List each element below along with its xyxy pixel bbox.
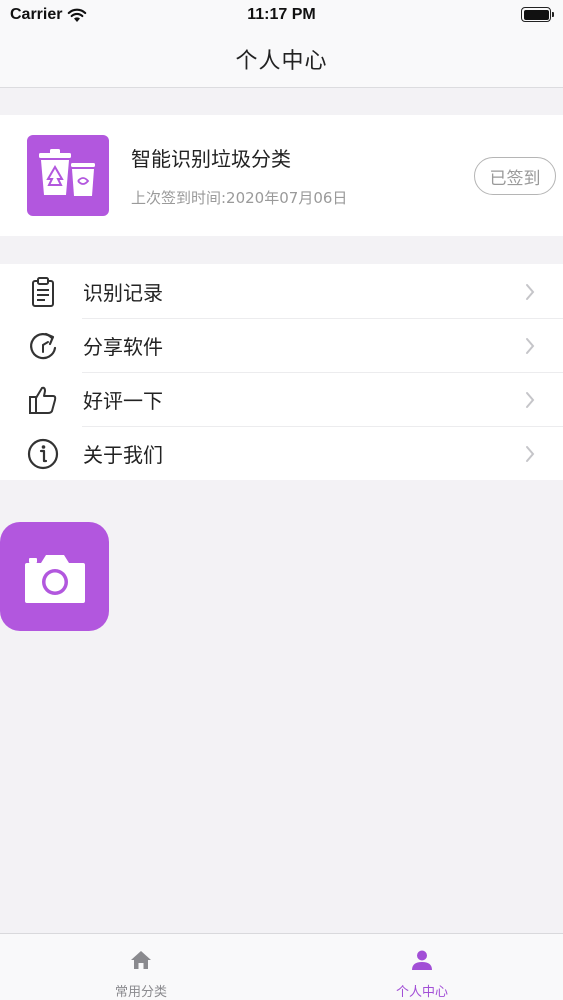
clipboard-icon — [32, 277, 54, 307]
status-time: 11:17 PM — [247, 6, 316, 23]
trash-can-icon — [39, 149, 95, 196]
tab-label: 常用分类 — [114, 985, 167, 1000]
person-icon — [412, 950, 432, 970]
thumbs-up-icon — [29, 386, 57, 414]
menu-list: 识别记录 分享软件 好评一下 关于我们 — [0, 264, 563, 480]
chevron-right-icon — [526, 392, 535, 408]
page-title: 个人中心 — [235, 48, 328, 74]
menu-item-label: 分享软件 — [83, 334, 163, 359]
last-checkin-time: 上次签到时间:2020年07月06日 — [131, 189, 348, 207]
menu-item-label: 好评一下 — [83, 388, 163, 413]
navigation-bar: 个人中心 — [0, 30, 563, 88]
status-bar: Carrier 11:17 PM — [0, 0, 563, 30]
info-icon — [27, 438, 59, 470]
menu-item-label: 识别记录 — [83, 280, 163, 305]
checkin-button[interactable]: 已签到 — [474, 157, 556, 195]
app-name: 智能识别垃圾分类 — [131, 147, 291, 171]
menu-item-rate[interactable]: 好评一下 — [0, 372, 563, 426]
camera-button[interactable] — [0, 522, 109, 631]
tab-personal-center[interactable]: 个人中心 — [281, 934, 563, 1000]
chevron-right-icon — [526, 338, 535, 354]
tab-label: 个人中心 — [395, 985, 448, 1000]
profile-card: 智能识别垃圾分类 上次签到时间:2020年07月06日 已签到 — [0, 115, 563, 236]
menu-item-share[interactable]: 分享软件 — [0, 318, 563, 372]
menu-item-label: 关于我们 — [83, 442, 163, 467]
share-icon — [30, 332, 57, 360]
battery-icon — [521, 7, 554, 22]
chevron-right-icon — [526, 284, 535, 300]
chevron-right-icon — [526, 446, 535, 462]
tab-bar: 常用分类 个人中心 — [0, 933, 563, 1000]
app-logo — [27, 135, 109, 216]
tab-common-categories[interactable]: 常用分类 — [0, 934, 282, 1000]
menu-item-records[interactable]: 识别记录 — [0, 264, 563, 318]
menu-item-about[interactable]: 关于我们 — [0, 426, 563, 480]
camera-icon — [24, 554, 85, 603]
home-icon — [131, 951, 151, 969]
